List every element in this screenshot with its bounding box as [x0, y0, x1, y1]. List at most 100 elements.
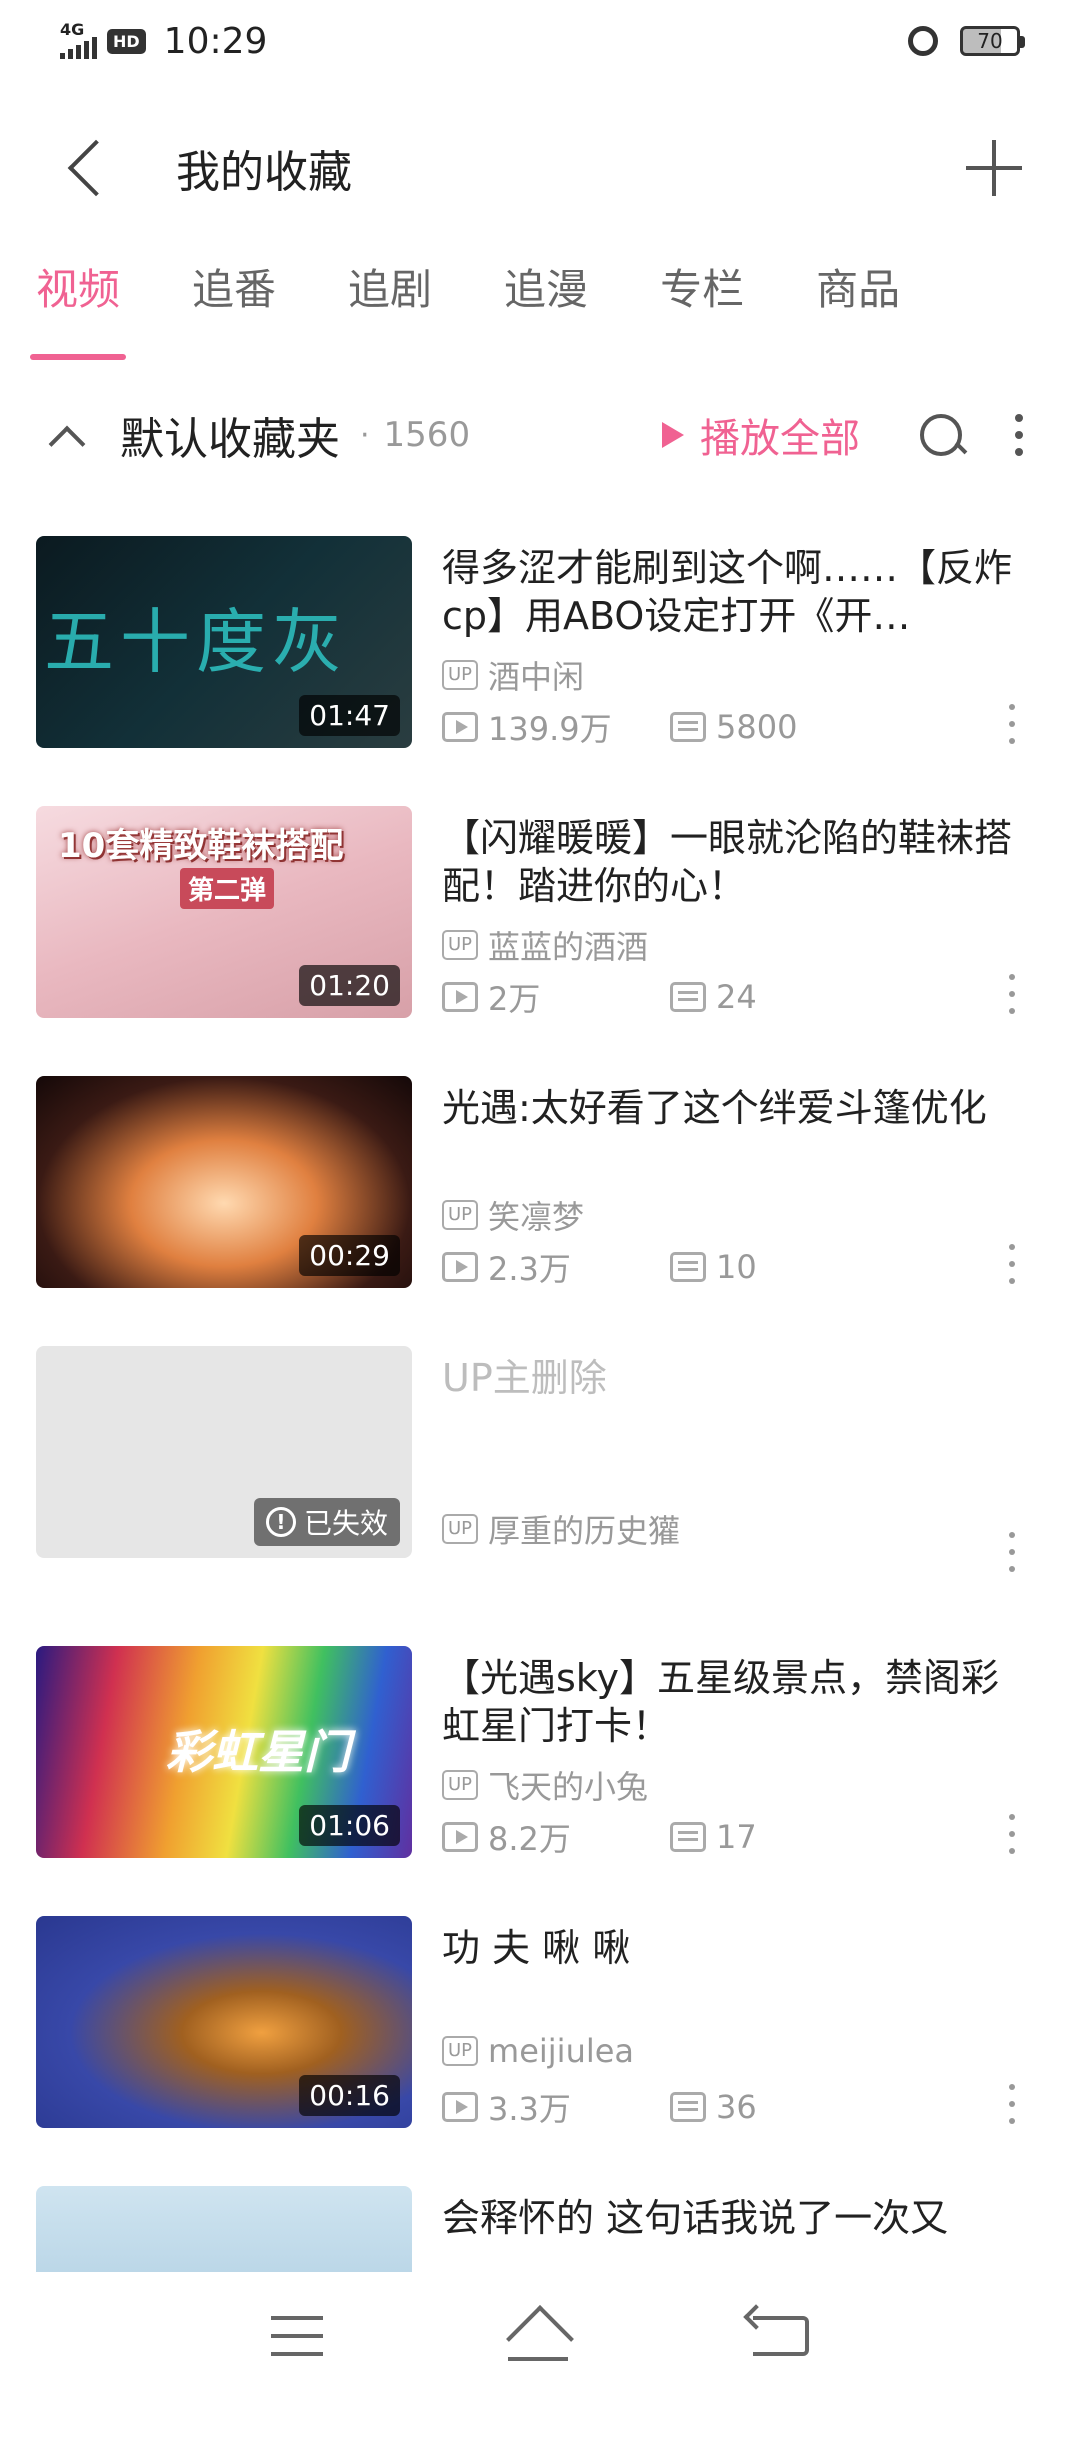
item-more-icon[interactable]	[1002, 1244, 1022, 1284]
tab-video[interactable]: 视频	[36, 270, 120, 366]
search-icon[interactable]	[916, 410, 966, 460]
home-icon[interactable]	[506, 2311, 570, 2361]
uploader-name: 酒中闲	[488, 652, 584, 698]
tab-goods[interactable]: 商品	[816, 270, 900, 366]
stats-row: 3.3万 36	[442, 2084, 898, 2130]
video-thumbnail[interactable]: ! 已失效	[36, 1346, 412, 1558]
alarm-icon	[908, 26, 938, 56]
system-nav-bar	[0, 2272, 1080, 2400]
play-count-value: 2万	[488, 974, 540, 1020]
video-title[interactable]: 功 夫 啾 啾	[442, 1924, 1032, 1972]
play-count-value: 8.2万	[488, 1814, 571, 1860]
up-badge-icon: UP	[442, 1200, 478, 1230]
video-thumbnail[interactable]: 五十度灰 01:47	[36, 536, 412, 748]
video-title[interactable]: UP主删除	[442, 1354, 1032, 1402]
danmaku-icon	[670, 712, 706, 742]
folder-name[interactable]: 默认收藏夹	[120, 403, 340, 467]
battery-icon: 70	[960, 26, 1020, 56]
video-thumbnail[interactable]: 00:16	[36, 1916, 412, 2128]
list-item[interactable]: 彩虹星门 01:06 【光遇sky】五星级景点，禁阁彩虹星门打卡！ UP 飞天的…	[0, 1646, 1080, 1916]
video-thumbnail[interactable]: 00:29	[36, 1076, 412, 1288]
play-count-icon	[442, 1252, 478, 1282]
back-icon[interactable]	[753, 2316, 809, 2356]
uploader-name: 蓝蓝的酒酒	[488, 922, 648, 968]
folder-bar: 默认收藏夹 · 1560 播放全部	[0, 395, 1080, 475]
tab-comic[interactable]: 追漫	[504, 270, 588, 366]
header: 我的收藏	[0, 108, 1080, 228]
list-item[interactable]: 00:16 功 夫 啾 啾 UP meijiulea 3.3万 36	[0, 1916, 1080, 2186]
thumbnail-text: 彩虹星门	[166, 1716, 350, 1782]
video-list: 五十度灰 01:47 得多涩才能刷到这个啊……【反炸cp】用ABO设定打开《开……	[0, 536, 1080, 2456]
uploader-row: UP 笑凛梦	[442, 1192, 584, 1238]
menu-icon[interactable]	[271, 2316, 323, 2356]
uploader-name: meijiulea	[488, 2032, 634, 2070]
play-count-icon	[442, 1822, 478, 1852]
danmaku-count: 24	[670, 978, 898, 1016]
stats-row: 2.3万 10	[442, 1244, 898, 1290]
play-count: 8.2万	[442, 1814, 670, 1860]
up-badge-icon: UP	[442, 930, 478, 960]
play-all-button[interactable]: 播放全部	[662, 406, 860, 464]
thumbnail-text: 10套精致鞋袜搭配	[58, 818, 343, 867]
item-more-icon[interactable]	[1002, 704, 1022, 744]
danmaku-value: 10	[716, 1248, 757, 1286]
uploader-row: UP 飞天的小兔	[442, 1762, 648, 1808]
play-count-value: 139.9万	[488, 704, 612, 750]
tab-bar: 视频 追番 追剧 追漫 专栏 商品	[0, 270, 1080, 370]
status-bar: 4G HD 10:29 70	[0, 0, 1080, 82]
item-more-icon[interactable]	[1002, 1532, 1022, 1572]
tab-column[interactable]: 专栏	[660, 270, 744, 366]
list-item[interactable]: 10套精致鞋袜搭配 第二弹 01:20 【闪耀暖暖】一眼就沦陷的鞋袜搭配！踏进你…	[0, 806, 1080, 1076]
video-thumbnail[interactable]: 彩虹星门 01:06	[36, 1646, 412, 1858]
list-item[interactable]: 00:29 光遇:太好看了这个绊爱斗篷优化 UP 笑凛梦 2.3万 10	[0, 1076, 1080, 1346]
hd-badge: HD	[107, 29, 146, 54]
play-icon	[662, 422, 684, 448]
stats-row: 8.2万 17	[442, 1814, 898, 1860]
info-icon: !	[266, 1507, 296, 1537]
invalid-badge: ! 已失效	[254, 1498, 400, 1546]
play-count-icon	[442, 2092, 478, 2122]
item-more-icon[interactable]	[1002, 1814, 1022, 1854]
up-badge-icon: UP	[442, 660, 478, 690]
list-item[interactable]: ! 已失效 UP主删除 UP 厚重的历史獾	[0, 1346, 1080, 1646]
danmaku-count: 17	[670, 1818, 898, 1856]
more-menu-icon[interactable]	[1004, 410, 1034, 460]
duration-label: 01:20	[299, 965, 400, 1006]
danmaku-value: 5800	[716, 708, 797, 746]
stats-row: 139.9万 5800	[442, 704, 898, 750]
danmaku-icon	[670, 982, 706, 1012]
back-button[interactable]	[58, 138, 118, 198]
item-more-icon[interactable]	[1002, 2084, 1022, 2124]
list-item[interactable]: 五十度灰 01:47 得多涩才能刷到这个啊……【反炸cp】用ABO设定打开《开……	[0, 536, 1080, 806]
danmaku-icon	[670, 1822, 706, 1852]
uploader-row: UP 厚重的历史獾	[442, 1506, 680, 1552]
play-count: 2万	[442, 974, 670, 1020]
uploader-name: 笑凛梦	[488, 1192, 584, 1238]
uploader-row: UP 酒中闲	[442, 652, 584, 698]
tab-drama[interactable]: 追剧	[348, 270, 432, 366]
danmaku-count: 36	[670, 2088, 898, 2126]
collapse-chevron-icon[interactable]	[46, 415, 86, 455]
invalid-label: 已失效	[304, 1502, 388, 1542]
thumbnail-subtext: 第二弹	[180, 868, 274, 909]
add-folder-button[interactable]	[964, 138, 1024, 198]
video-title[interactable]: 得多涩才能刷到这个啊……【反炸cp】用ABO设定打开《开…	[442, 544, 1032, 640]
uploader-name: 厚重的历史獾	[488, 1506, 680, 1552]
status-right: 70	[908, 26, 1020, 56]
folder-separator: ·	[360, 418, 370, 453]
video-title[interactable]: 光遇:太好看了这个绊爱斗篷优化	[442, 1084, 1032, 1132]
video-title[interactable]: 【闪耀暖暖】一眼就沦陷的鞋袜搭配！踏进你的心！	[442, 814, 1032, 910]
play-count-icon	[442, 982, 478, 1012]
video-title[interactable]: 【光遇sky】五星级景点，禁阁彩虹星门打卡！	[442, 1654, 1032, 1750]
danmaku-icon	[670, 2092, 706, 2122]
item-more-icon[interactable]	[1002, 974, 1022, 1014]
play-count: 139.9万	[442, 704, 670, 750]
play-count-icon	[442, 712, 478, 742]
play-all-label: 播放全部	[700, 406, 860, 464]
video-thumbnail[interactable]: 10套精致鞋袜搭配 第二弹 01:20	[36, 806, 412, 1018]
tab-anime[interactable]: 追番	[192, 270, 276, 366]
up-badge-icon: UP	[442, 2036, 478, 2066]
up-badge-icon: UP	[442, 1770, 478, 1800]
status-left: 4G HD 10:29	[60, 21, 267, 62]
video-title[interactable]: 会释怀的 这句话我说了一次又	[442, 2194, 1032, 2242]
